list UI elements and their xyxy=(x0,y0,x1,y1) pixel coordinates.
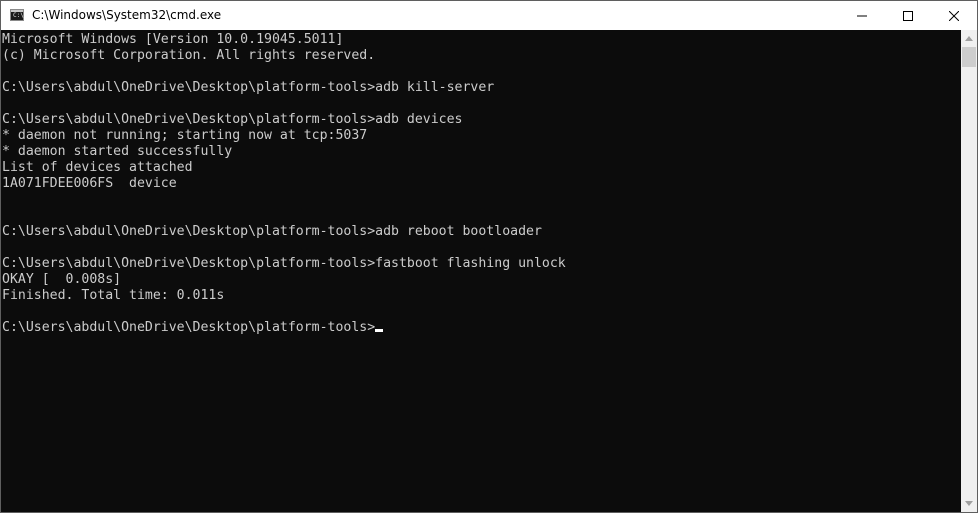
scroll-down-arrow-icon xyxy=(965,501,973,506)
terminal-line: C:\Users\abdul\OneDrive\Desktop\platform… xyxy=(2,224,542,239)
text-cursor xyxy=(375,329,384,332)
terminal-lines: Microsoft Windows [Version 10.0.19045.50… xyxy=(2,32,566,336)
terminal-line: List of devices attached xyxy=(2,160,193,175)
close-icon xyxy=(949,10,959,21)
terminal-output[interactable]: Microsoft Windows [Version 10.0.19045.50… xyxy=(1,30,961,512)
window-title: C:\Windows\System32\cmd.exe xyxy=(32,8,222,22)
title-bar[interactable]: C:\ C:\Windows\System32\cmd.exe xyxy=(1,1,977,30)
cmd-icon[interactable]: C:\ xyxy=(10,9,24,21)
maximize-button[interactable] xyxy=(885,1,931,30)
terminal-line: * daemon started successfully xyxy=(2,144,233,159)
minimize-button[interactable] xyxy=(839,1,885,30)
terminal-line: Microsoft Windows [Version 10.0.19045.50… xyxy=(2,32,344,47)
cmd-window: C:\ C:\Windows\System32\cmd.exe Microsof… xyxy=(0,0,978,513)
scroll-down-button[interactable] xyxy=(961,495,977,512)
cmd-icon-label: C:\ xyxy=(13,12,24,19)
terminal-line: C:\Users\abdul\OneDrive\Desktop\platform… xyxy=(2,112,463,127)
terminal-line: OKAY [ 0.008s] xyxy=(2,272,122,287)
terminal-line: * daemon not running; starting now at tc… xyxy=(2,128,368,143)
vertical-scrollbar[interactable] xyxy=(961,30,977,512)
prompt-line[interactable]: C:\Users\abdul\OneDrive\Desktop\platform… xyxy=(2,320,566,336)
scroll-up-arrow-icon xyxy=(965,36,973,41)
terminal-line: C:\Users\abdul\OneDrive\Desktop\platform… xyxy=(2,256,566,271)
terminal-line: C:\Users\abdul\OneDrive\Desktop\platform… xyxy=(2,80,495,95)
terminal-line: 1A071FDEE006FS device xyxy=(2,176,177,191)
minimize-icon xyxy=(857,15,867,16)
scroll-thumb[interactable] xyxy=(962,47,976,67)
prompt-text: C:\Users\abdul\OneDrive\Desktop\platform… xyxy=(2,320,376,335)
maximize-icon xyxy=(903,10,913,21)
scroll-up-button[interactable] xyxy=(961,30,977,47)
terminal-line: Finished. Total time: 0.011s xyxy=(2,288,225,303)
terminal-line: (c) Microsoft Corporation. All rights re… xyxy=(2,48,376,63)
close-button[interactable] xyxy=(931,1,977,30)
